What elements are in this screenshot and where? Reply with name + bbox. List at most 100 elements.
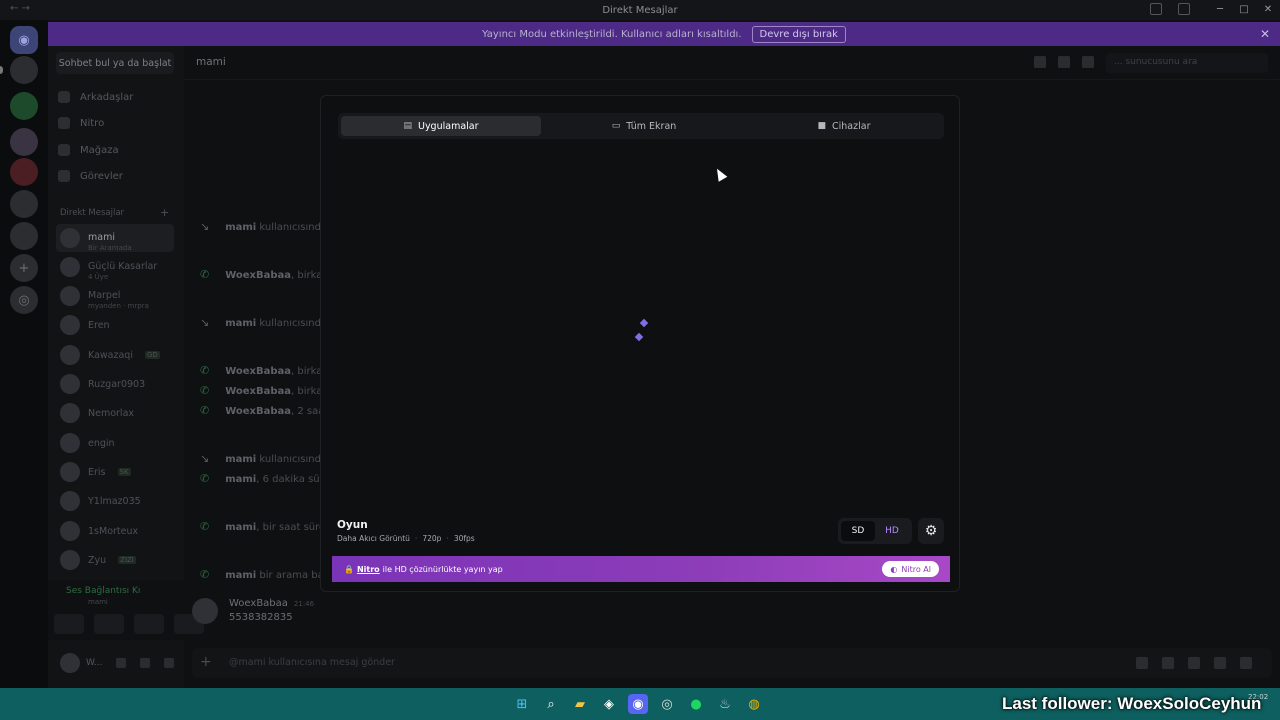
chat-header: mami ... sunucusunu ara <box>184 46 1280 80</box>
vpn-icon[interactable]: ◈ <box>599 694 619 714</box>
monitor-icon: ▭ <box>611 121 621 131</box>
quests-icon <box>58 170 70 182</box>
obs-icon[interactable]: ◎ <box>657 694 677 714</box>
dm-item[interactable]: Kawazaqi GD <box>56 341 174 369</box>
call-log-item: ✆ WoexBabaa, birkaç... <box>200 384 338 397</box>
dm-item[interactable]: Ruzgar0903 <box>56 370 174 398</box>
inbox-icon[interactable] <box>1150 3 1162 15</box>
activities-button[interactable] <box>134 614 164 634</box>
gear-icon[interactable] <box>164 658 175 668</box>
voice-panel: Ses Bağlantısı Kı mami <box>48 580 204 640</box>
headphones-icon[interactable] <box>140 658 151 668</box>
steam-icon[interactable]: ♨ <box>715 694 735 714</box>
phone-icon: ✆ <box>200 364 210 377</box>
avatar[interactable] <box>60 653 80 673</box>
sticker-icon[interactable] <box>1188 657 1200 669</box>
dm-item[interactable]: Nemorlax <box>56 399 174 427</box>
server-icon[interactable] <box>10 128 38 156</box>
server-icon[interactable] <box>10 56 38 84</box>
window-title: Direkt Mesajlar <box>602 4 678 16</box>
nav-friends[interactable]: Arkadaşlar <box>58 86 174 108</box>
camera-off-button[interactable] <box>54 614 84 634</box>
nav-quests[interactable]: Görevler <box>58 165 174 187</box>
apps-icon[interactable] <box>1240 657 1252 669</box>
discord-home-icon[interactable]: ◉ <box>10 26 38 54</box>
dm-item[interactable]: 1sMorteux <box>56 517 174 545</box>
avatar[interactable] <box>192 598 218 624</box>
camera-icon: ■ <box>817 121 827 131</box>
close-window-button[interactable]: ✕ <box>1256 0 1280 20</box>
avatar <box>60 462 80 482</box>
dm-item-mami[interactable]: mami Bir Aramada <box>56 224 174 252</box>
dm-item[interactable]: engin <box>56 429 174 457</box>
chat-title: mami <box>196 56 226 68</box>
dm-item[interactable]: Zyu ZIZI <box>56 546 174 574</box>
add-server-icon[interactable]: + <box>10 254 38 282</box>
phone-icon: ↘ <box>200 452 210 465</box>
folder-icon[interactable]: ▰ <box>570 694 590 714</box>
window-icon: ▤ <box>403 121 412 131</box>
phone-icon: ✆ <box>200 472 210 485</box>
call-log-item: ✆ WoexBabaa, birkaç... <box>200 268 338 281</box>
dm-item[interactable]: Marpel myanden · mrpra <box>56 282 174 310</box>
microphone-icon[interactable] <box>116 658 127 668</box>
add-friend-icon[interactable] <box>1058 56 1070 68</box>
dm-item[interactable]: Güçlü Kasarlar 4 Üye <box>56 253 174 281</box>
nav-nitro[interactable]: Nitro <box>58 112 174 134</box>
nav-shop[interactable]: Mağaza <box>58 139 174 161</box>
banner-text: Yayıncı Modu etkinleştirildi. Kullanıcı … <box>482 28 742 40</box>
find-conversation-button[interactable]: Sohbet bul ya da başlat <box>56 52 174 74</box>
phone-icon: ✆ <box>200 404 210 417</box>
sd-button[interactable]: SD <box>841 521 875 541</box>
screen-share-button[interactable] <box>94 614 124 634</box>
message-text: 5538382835 <box>229 612 293 623</box>
gift-icon[interactable] <box>1136 657 1148 669</box>
explore-icon[interactable]: ◎ <box>10 286 38 314</box>
windows-icon[interactable]: ⊞ <box>512 694 532 714</box>
help-icon[interactable] <box>1178 3 1190 15</box>
voice-status: Ses Bağlantısı Kı <box>66 586 141 596</box>
back-arrow-icon[interactable]: ← → <box>10 3 30 14</box>
window-titlebar: ← → Direkt Mesajlar ─ □ ✕ <box>0 0 1280 20</box>
nitro-upsell-bar: 🔒 Nitro ile HD çözünürlükte yayın yap ◐ N… <box>332 556 950 582</box>
avatar <box>60 286 80 306</box>
disable-streamer-mode-button[interactable]: Devre dışı bırak <box>751 25 846 43</box>
search-input[interactable]: ... sunucusunu ara <box>1106 53 1268 73</box>
message-input[interactable]: @mami kullanıcısına mesaj gönder <box>229 657 395 668</box>
hd-button[interactable]: HD <box>875 521 909 541</box>
chrome-icon[interactable]: ◍ <box>744 694 764 714</box>
tab-entire-screen[interactable]: ▭ Tüm Ekran <box>544 113 744 139</box>
server-icon[interactable] <box>10 190 38 218</box>
search-icon[interactable]: ⌕ <box>541 694 561 714</box>
minimize-button[interactable]: ─ <box>1208 0 1232 20</box>
nitro-upsell-text: ile HD çözünürlükte yayın yap <box>382 564 503 574</box>
nitro-link[interactable]: Nitro <box>357 565 380 574</box>
dm-item[interactable]: Eren <box>56 311 174 339</box>
message-author[interactable]: WoexBabaa <box>229 598 288 609</box>
server-icon[interactable] <box>10 222 38 250</box>
gif-icon[interactable] <box>1162 657 1174 669</box>
discord-icon[interactable]: ◉ <box>628 694 648 714</box>
avatar <box>60 550 80 570</box>
dm-item[interactable]: Eris SK <box>56 458 174 486</box>
avatar <box>60 374 80 394</box>
tab-applications[interactable]: ▤ Uygulamalar <box>341 116 541 136</box>
stream-settings-button[interactable]: ⚙ <box>918 518 944 544</box>
maximize-button[interactable]: □ <box>1232 0 1256 20</box>
server-icon[interactable] <box>10 158 38 186</box>
attach-plus-icon[interactable]: + <box>200 654 212 670</box>
close-icon[interactable]: ✕ <box>1260 27 1270 41</box>
get-nitro-button[interactable]: ◐ Nitro Al <box>882 561 939 577</box>
call-log-item: ✆ WoexBabaa, birkaç... <box>200 364 338 377</box>
profile-icon[interactable] <box>1082 56 1094 68</box>
spotify-icon[interactable]: ● <box>686 694 706 714</box>
server-icon[interactable] <box>10 92 38 120</box>
source-tabs: ▤ Uygulamalar ▭ Tüm Ekran ■ Cihazlar <box>338 113 944 139</box>
loading-spinner <box>634 318 649 342</box>
pin-icon[interactable] <box>1034 56 1046 68</box>
message-composer[interactable]: + @mami kullanıcısına mesaj gönder <box>192 648 1272 678</box>
tab-devices[interactable]: ■ Cihazlar <box>744 113 944 139</box>
emoji-icon[interactable] <box>1214 657 1226 669</box>
dm-item[interactable]: Y1lmaz035 <box>56 487 174 515</box>
add-dm-button[interactable]: + <box>160 206 169 219</box>
